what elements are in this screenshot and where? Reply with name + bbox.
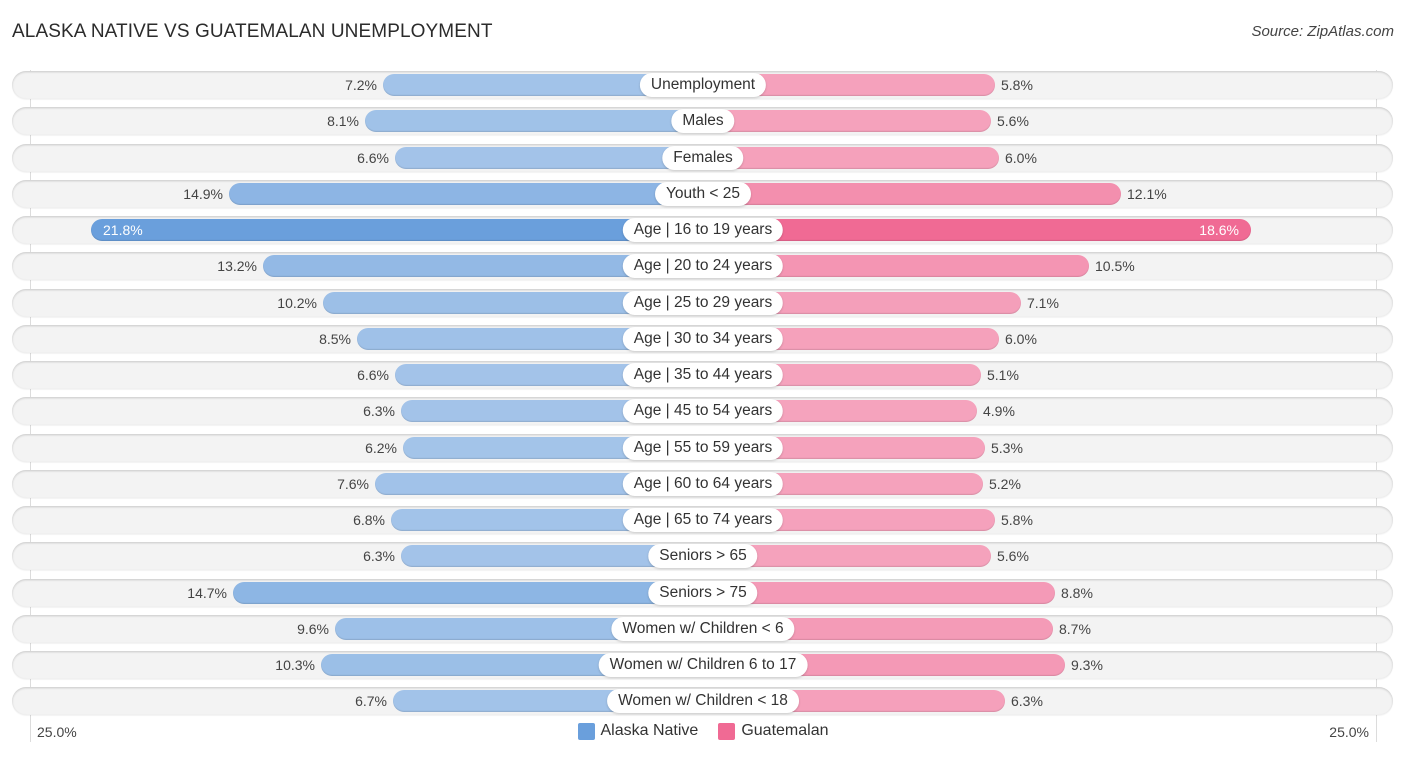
value-label-guatemalan: 5.6% [997, 113, 1029, 130]
value-label-alaska-native: 6.3% [363, 548, 395, 565]
value-label-guatemalan: 5.1% [987, 367, 1019, 383]
value-label-alaska-native: 7.6% [337, 475, 369, 492]
category-label-unemployment: Unemployment [639, 73, 767, 97]
bar-guatemalan-males[interactable] [703, 110, 991, 133]
bar-alaska-native-seniors-75[interactable] [233, 581, 703, 604]
category-label-age-25-to-29-years: Age | 25 to 29 years [622, 290, 784, 315]
value-label-guatemalan: 5.8% [1001, 77, 1033, 93]
value-label-alaska-native: 13.2% [217, 258, 257, 275]
category-label-youth-25: Youth < 25 [655, 181, 751, 206]
value-label-alaska-native: 8.5% [319, 330, 351, 347]
category-label-women-w-children-6: Women w/ Children < 6 [611, 616, 795, 641]
category-label-age-45-to-54-years: Age | 45 to 54 years [622, 399, 784, 424]
value-label-alaska-native: 8.1% [327, 113, 359, 130]
category-label-women-w-children-6-to-17: Women w/ Children 6 to 17 [598, 653, 808, 677]
value-label-guatemalan: 5.2% [989, 475, 1021, 492]
category-label-age-55-to-59-years: Age | 55 to 59 years [622, 435, 784, 460]
bar-alaska-native-females[interactable] [395, 146, 703, 169]
category-label-age-60-to-64-years: Age | 60 to 64 years [622, 471, 784, 496]
legend-swatch-guatemalan [718, 722, 736, 740]
value-label-guatemalan: 5.6% [997, 548, 1029, 565]
value-label-alaska-native: 6.6% [357, 149, 389, 166]
category-label-women-w-children-18: Women w/ Children < 18 [607, 689, 799, 714]
category-label-seniors-75: Seniors > 75 [648, 580, 758, 605]
category-label-age-20-to-24-years: Age | 20 to 24 years [622, 254, 784, 279]
category-label-females: Females [662, 145, 744, 170]
value-label-alaska-native: 6.6% [357, 367, 389, 383]
legend: Alaska Native Guatemalan [0, 722, 1406, 740]
value-label-alaska-native: 14.7% [187, 584, 227, 601]
value-label-alaska-native: 6.7% [355, 693, 387, 710]
value-label-guatemalan: 4.9% [983, 403, 1015, 420]
value-label-guatemalan: 10.5% [1095, 258, 1135, 275]
value-label-alaska-native: 21.8% [103, 222, 143, 238]
value-label-guatemalan: 6.3% [1011, 693, 1043, 710]
category-label-seniors-65: Seniors > 65 [648, 544, 758, 569]
category-label-age-35-to-44-years: Age | 35 to 44 years [622, 363, 784, 387]
value-label-guatemalan: 5.3% [991, 439, 1023, 456]
bar-alaska-native-age-16-to-19-years[interactable] [91, 219, 703, 241]
value-label-guatemalan: 8.8% [1061, 584, 1093, 601]
value-label-alaska-native: 6.3% [363, 403, 395, 420]
category-label-age-65-to-74-years: Age | 65 to 74 years [622, 508, 784, 532]
value-label-guatemalan: 9.3% [1071, 657, 1103, 673]
bar-alaska-native-males[interactable] [365, 110, 703, 133]
legend-label-alaska-native: Alaska Native [600, 722, 699, 739]
legend-swatch-alaska-native [577, 722, 595, 740]
legend-item-alaska-native[interactable]: Alaska Native [577, 722, 699, 740]
value-label-guatemalan: 5.8% [1001, 512, 1033, 528]
value-label-guatemalan: 7.1% [1027, 294, 1059, 311]
value-label-guatemalan: 6.0% [1005, 330, 1037, 347]
value-label-alaska-native: 6.2% [365, 439, 397, 456]
bar-guatemalan-age-16-to-19-years[interactable] [703, 219, 1251, 241]
category-label-age-30-to-34-years: Age | 30 to 34 years [622, 326, 784, 351]
legend-label-guatemalan: Guatemalan [741, 722, 829, 739]
bar-guatemalan-females[interactable] [703, 146, 999, 169]
value-label-guatemalan: 6.0% [1005, 149, 1037, 166]
value-label-alaska-native: 7.2% [345, 77, 377, 93]
legend-item-guatemalan[interactable]: Guatemalan [718, 722, 829, 740]
diverging-bar-chart: 7.2% 5.8% Unemployment 8.1% 5.6% Males 6.6% 6.0… [0, 0, 1406, 757]
value-label-guatemalan: 8.7% [1059, 620, 1091, 637]
value-label-guatemalan: 18.6% [1199, 222, 1239, 238]
value-label-alaska-native: 9.6% [297, 620, 329, 637]
bar-guatemalan-youth-25[interactable] [703, 182, 1121, 205]
category-label-males: Males [671, 109, 735, 134]
value-label-alaska-native: 10.2% [277, 294, 317, 311]
value-label-guatemalan: 12.1% [1127, 185, 1167, 202]
category-label-age-16-to-19-years: Age | 16 to 19 years [622, 218, 784, 242]
value-label-alaska-native: 10.3% [275, 657, 315, 673]
value-label-alaska-native: 6.8% [353, 512, 385, 528]
bar-alaska-native-youth-25[interactable] [229, 182, 703, 205]
value-label-alaska-native: 14.9% [183, 185, 223, 202]
